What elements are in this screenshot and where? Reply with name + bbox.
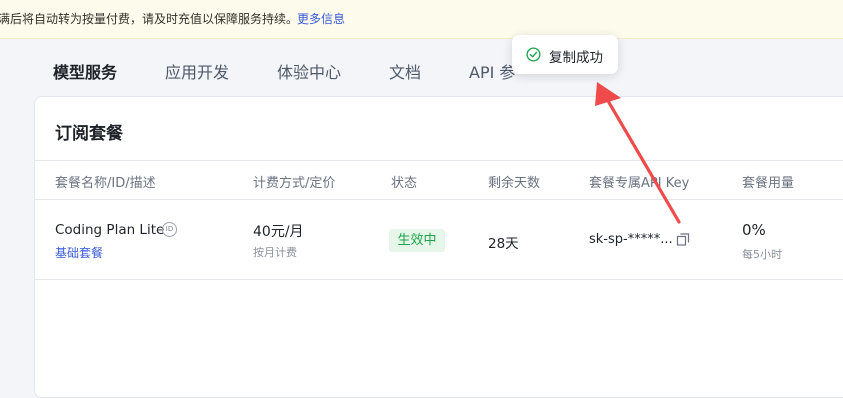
col-header-pricing: 计费方式/定价 — [253, 176, 336, 191]
plan-name: Coding Plan Lite — [55, 222, 165, 238]
usage-percent: 0% — [742, 221, 766, 239]
notice-bar: 满后将自动转为按量付费，请及时充值以保障服务持续。 更多信息 — [0, 0, 843, 39]
col-header-name: 套餐名称/ID/描述 — [55, 176, 156, 191]
check-circle-icon — [526, 47, 541, 62]
copy-icon[interactable] — [676, 232, 690, 246]
tab-docs[interactable]: 文档 — [389, 59, 421, 83]
notice-text: 满后将自动转为按量付费，请及时充值以保障服务持续。 — [0, 12, 299, 26]
col-header-days: 剩余天数 — [488, 176, 541, 191]
tab-experience-center[interactable]: 体验中心 — [277, 59, 341, 83]
card-title: 订阅套餐 — [55, 124, 123, 144]
tab-api-reference[interactable]: API 参 — [469, 59, 515, 83]
divider — [35, 199, 843, 200]
more-info-link[interactable]: 更多信息 — [297, 0, 345, 38]
plan-desc: 基础套餐 — [55, 246, 104, 260]
top-nav: 模型服务 应用开发 体验中心 文档 API 参 — [0, 39, 843, 97]
col-header-status: 状态 — [391, 176, 418, 191]
divider — [35, 279, 843, 280]
divider — [35, 160, 843, 161]
status-badge: 生效中 — [389, 229, 445, 252]
col-header-usage: 套餐用量 — [742, 176, 795, 191]
usage-period: 每5小时 — [742, 248, 782, 261]
api-key-value: sk-sp-*****... — [589, 232, 673, 247]
copy-success-toast: 复制成功 — [512, 35, 618, 74]
billing-method: 按月计费 — [253, 246, 297, 259]
remaining-days: 28天 — [488, 236, 519, 252]
tab-model-service[interactable]: 模型服务 — [53, 59, 117, 83]
tab-app-dev[interactable]: 应用开发 — [165, 59, 229, 83]
toast-text: 复制成功 — [549, 50, 603, 66]
plan-price: 40元/月 — [253, 224, 304, 240]
subscription-card: 订阅套餐 套餐名称/ID/描述 计费方式/定价 状态 剩余天数 套餐专属API … — [34, 96, 843, 398]
col-header-api-key: 套餐专属API Key — [589, 176, 690, 191]
id-icon[interactable]: ID — [162, 222, 177, 237]
